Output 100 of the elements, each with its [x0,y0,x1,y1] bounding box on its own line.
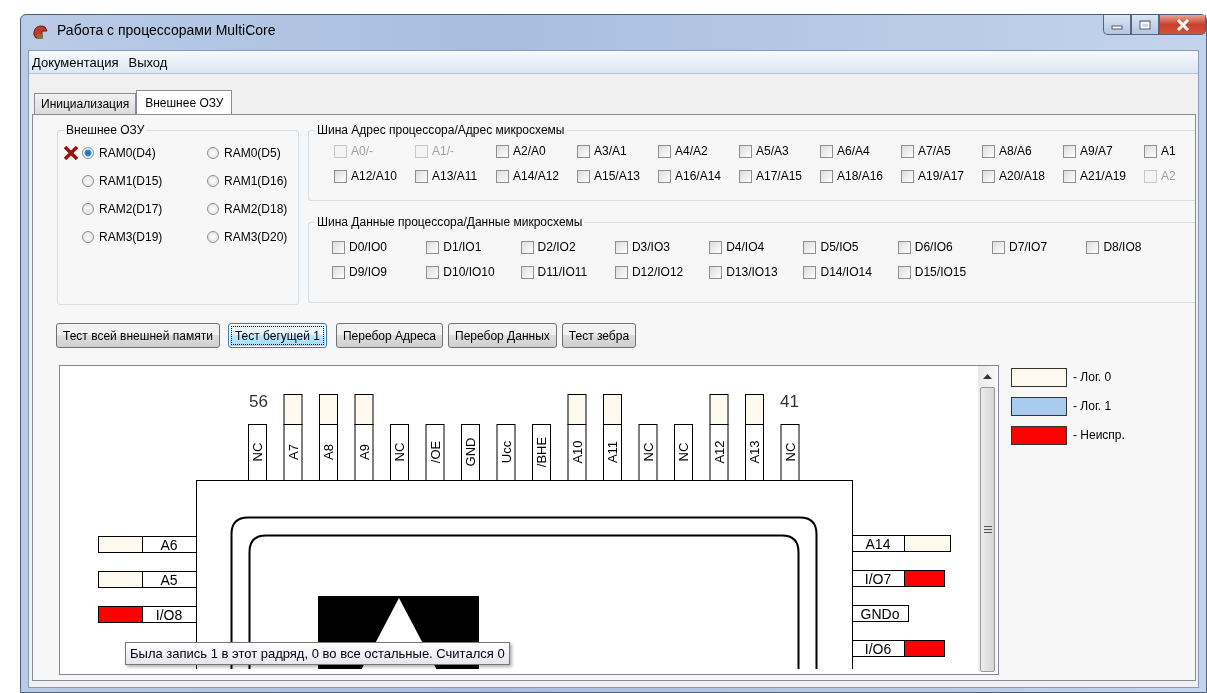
radio-label: RAM1(D16) [224,174,288,188]
pin-label: NC [248,424,267,481]
pin-label: A12 [709,424,729,481]
checkbox-label: A6/A4 [837,144,870,158]
legend-label: - Лог. 1 [1073,399,1112,413]
checkbox-label: A18/A16 [837,169,884,183]
checkbox-label: D12/IO12 [631,265,684,279]
checkbox-label: A14/A12 [513,169,560,183]
checkbox[interactable] [739,144,752,158]
checkbox[interactable] [614,265,628,279]
checkbox[interactable] [577,169,590,183]
checkbox[interactable] [496,169,509,183]
radio-button[interactable] [82,147,94,159]
pin-label: I/O7 [852,570,905,587]
checkbox[interactable] [614,240,628,254]
pin-number: 41 [780,392,799,411]
checkbox[interactable] [901,144,914,158]
checkbox-label: A2/A0 [513,144,546,158]
radio-label: RAM2(D18) [224,202,288,216]
checkbox[interactable] [577,144,590,158]
checkbox-label: D0/IO0 [349,240,387,254]
checkbox[interactable] [820,144,833,158]
checkbox[interactable] [1063,144,1076,158]
checkbox-label: A3/A1 [594,144,627,158]
button[interactable]: Тест всей внешней памяти [56,323,220,348]
pin-label: Ucc [496,424,516,481]
menu-item[interactable]: Выход [126,54,176,70]
tooltip: Была запись 1 в этот радряд, 0 во все остальные. Считался 0 [125,642,510,665]
maximize-button[interactable] [1131,15,1159,35]
radio-button[interactable] [82,175,94,187]
checkbox[interactable] [332,265,345,279]
button[interactable]: Перебор Данных [448,323,557,348]
checkbox-label: A1 [1161,144,1176,158]
checkbox[interactable] [426,240,440,254]
pin-label: NC [780,424,800,481]
close-icon [1175,18,1190,31]
checkbox-label: D15/IO15 [914,265,967,279]
checkbox[interactable] [496,144,509,158]
checkbox-label: D13/IO13 [726,265,778,279]
checkbox[interactable] [332,240,345,254]
checkbox-label: A4/A2 [675,144,708,158]
pin-label: I/O8 [142,606,197,623]
checkbox[interactable] [334,169,347,183]
legend-label: - Неиспр. [1073,428,1125,442]
checkbox[interactable] [1063,169,1076,183]
checkbox-label: A13/A11 [432,169,478,183]
checkbox-label: A20/A18 [999,169,1046,183]
grip-icon [983,525,992,533]
checkbox[interactable] [426,265,440,279]
button[interactable]: Тест зебра [561,323,637,348]
scroll-thumb[interactable] [980,386,995,672]
checkbox-label: D14/IO14 [820,265,872,279]
pin-label: A7 [283,424,303,481]
radio-label: RAM1(D15) [99,174,163,188]
checkbox-label: A8/A6 [999,144,1032,158]
checkbox-label: A19/A17 [918,169,965,183]
checkbox[interactable] [992,240,1006,254]
checkbox-label: D8/IO8 [1103,240,1142,254]
checkbox[interactable] [520,240,534,254]
menu-item[interactable]: Документация [30,54,127,70]
scroll-up-icon[interactable] [983,374,992,379]
radio-label: RAM3(D20) [224,230,288,244]
tab[interactable]: Инициализация [34,93,137,114]
group-title: Шина Данные процессора/Данные микросхемы [316,215,584,229]
checkbox[interactable] [658,144,671,158]
checkbox[interactable] [982,144,995,158]
checkbox[interactable] [803,265,817,279]
radio-button[interactable] [207,203,219,215]
scrollbar[interactable] [978,366,997,672]
checkbox[interactable] [520,265,534,279]
radio-button[interactable] [207,175,219,187]
checkbox-label: A15/A13 [594,169,641,183]
radio-button[interactable] [82,203,94,215]
tab[interactable]: Внешнее ОЗУ [136,90,233,115]
button[interactable]: Тест бегущей 1 [227,323,327,348]
checkbox[interactable] [415,169,428,183]
radio-button[interactable] [207,231,219,243]
checkbox[interactable] [897,240,911,254]
checkbox[interactable] [897,265,911,279]
minimize-button[interactable] [1103,15,1131,35]
checkbox[interactable] [709,265,723,279]
checkbox[interactable] [982,169,995,183]
checkbox[interactable] [820,169,833,183]
checkbox[interactable] [658,169,671,183]
checkbox[interactable] [803,240,817,254]
button[interactable]: Перебор Адреса [335,323,444,348]
checkbox[interactable] [1144,144,1157,158]
close-button[interactable] [1159,15,1206,35]
pin-label: /BHE [532,424,551,481]
checkbox[interactable] [901,169,914,183]
pin-label: A9 [354,424,374,481]
checkbox[interactable] [739,169,752,183]
radio-button[interactable] [207,147,219,159]
checkbox-label: D1/IO1 [443,240,482,254]
checkbox[interactable] [709,240,723,254]
checkbox-label: A12/A10 [351,169,398,183]
checkbox-label: A2 [1161,169,1176,183]
radio-button[interactable] [82,231,94,243]
pin-label: NC [674,424,693,481]
checkbox[interactable] [1086,240,1100,254]
